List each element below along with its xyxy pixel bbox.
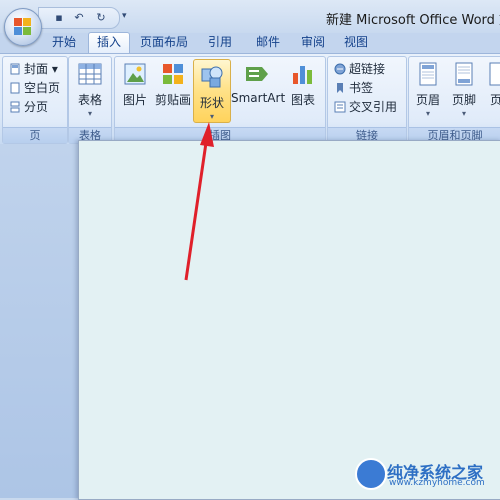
clip-art-label: 剪贴画 [154, 93, 191, 107]
hyperlink-label: 超链接 [349, 62, 386, 76]
group-links: 超链接 书签 交叉引用 链接 [327, 56, 407, 144]
bookmark-icon [337, 83, 343, 93]
clip-art-button[interactable]: 剪贴画 [153, 61, 193, 108]
header-dropdown-icon: ▾ [425, 109, 430, 118]
hyperlink-icon [334, 63, 346, 75]
page-number-button[interactable]: 页 [485, 61, 500, 108]
tab-view[interactable]: 视图 [338, 33, 374, 52]
shapes-dropdown-icon: ▾ [209, 112, 214, 121]
footer-button[interactable]: 页脚 ▾ [447, 61, 481, 118]
watermark-url: www.kzmyhome.com [389, 478, 485, 488]
header-button[interactable]: 页眉 ▾ [411, 61, 445, 118]
group-header-footer: 页眉 ▾ 页脚 ▾ 页 页眉和页脚 [408, 56, 500, 144]
shapes-button[interactable]: 形状 ▾ [193, 59, 231, 123]
watermark-icon [355, 458, 387, 490]
ribbon: 封面 ▾ 空白页 分页 页 表格 ▾ 表格 图片 剪贴画 形状 ▾ SmartA… [0, 53, 500, 145]
footer-dropdown-icon: ▾ [461, 109, 466, 118]
quick-access-toolbar: ▪ ↶ ↻ [38, 7, 120, 29]
blank-page-button[interactable]: 空白页 [9, 80, 60, 97]
group-tables: 表格 ▾ 表格 [68, 56, 112, 144]
picture-button[interactable]: 图片 [119, 61, 151, 108]
header-label: 页眉 [415, 93, 440, 107]
shapes-icon [201, 66, 223, 88]
picture-icon [124, 63, 146, 85]
page-number-icon [489, 62, 500, 86]
undo-icon[interactable]: ↶ [71, 10, 87, 26]
window-title: 新建 Microsoft Office Word 文档 [326, 13, 500, 28]
title-bar: ▪ ↶ ↻ ▾ 新建 Microsoft Office Word 文档 [0, 0, 500, 33]
save-icon[interactable]: ▪ [51, 10, 67, 26]
table-label: 表格 [77, 93, 102, 107]
table-icon [78, 63, 102, 85]
cross-reference-icon [334, 101, 346, 113]
document-page[interactable] [78, 140, 500, 500]
footer-label: 页脚 [451, 93, 476, 107]
cross-reference-button[interactable]: 交叉引用 [334, 99, 397, 116]
group-illustrations: 图片 剪贴画 形状 ▾ SmartArt 图表 插图 [114, 56, 326, 144]
tab-review[interactable]: 审阅 [295, 33, 331, 52]
smartart-label: SmartArt [231, 91, 286, 105]
office-logo-icon [14, 18, 31, 35]
chart-label: 图表 [290, 93, 315, 107]
watermark-logo: 纯净系统之家 www.kzmyhome.com [355, 458, 500, 490]
clip-art-icon [163, 64, 183, 84]
smartart-icon [246, 67, 268, 81]
smartart-button[interactable]: SmartArt [231, 61, 286, 105]
picture-label: 图片 [122, 93, 147, 107]
cross-reference-label: 交叉引用 [349, 100, 398, 114]
bookmark-label: 书签 [349, 81, 374, 95]
cover-page-button[interactable]: 封面 ▾ [9, 61, 58, 78]
table-dropdown-icon: ▾ [87, 109, 92, 118]
tab-home[interactable]: 开始 [44, 33, 84, 52]
hyperlink-button[interactable]: 超链接 [334, 61, 385, 78]
group-pages-label: 页 [3, 127, 67, 143]
shapes-label: 形状 [199, 96, 224, 110]
tab-references[interactable]: 引用 [202, 33, 238, 52]
customize-qat-button[interactable]: ▾ [122, 11, 127, 21]
cover-page-icon [10, 63, 20, 75]
page-break-icon [10, 101, 20, 113]
page-break-button[interactable]: 分页 [9, 99, 48, 116]
office-button[interactable] [4, 8, 42, 46]
chart-icon [293, 66, 312, 84]
page-break-label: 分页 [24, 100, 49, 114]
tab-page-layout[interactable]: 页面布局 [136, 33, 192, 52]
bookmark-button[interactable]: 书签 [334, 80, 373, 97]
chart-button[interactable]: 图表 [287, 61, 319, 108]
cover-page-label: 封面 [24, 62, 49, 76]
blank-page-icon [10, 82, 20, 94]
tab-mailings[interactable]: 邮件 [250, 33, 286, 52]
blank-page-label: 空白页 [24, 81, 61, 95]
table-button[interactable]: 表格 ▾ [71, 61, 109, 118]
ribbon-tabs: 开始 插入 页面布局 引用 邮件 审阅 视图 [0, 32, 500, 54]
header-icon [419, 62, 437, 86]
redo-icon[interactable]: ↻ [93, 10, 109, 26]
page-number-label: 页 [489, 93, 500, 107]
group-pages: 封面 ▾ 空白页 分页 页 [2, 56, 68, 144]
tab-insert[interactable]: 插入 [88, 32, 130, 54]
footer-icon [455, 62, 473, 86]
